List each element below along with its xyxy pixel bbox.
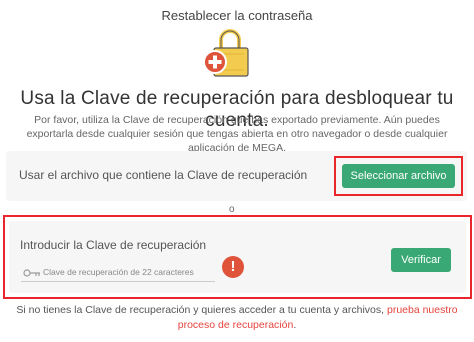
- verify-button[interactable]: Verificar: [391, 248, 451, 272]
- manual-option-highlight: Introducir la Clave de recuperación Clav…: [3, 215, 472, 299]
- recovery-key-input[interactable]: Clave de recuperación de 22 caracteres: [43, 264, 217, 280]
- or-separator: o: [229, 204, 235, 215]
- footer-period: .: [293, 319, 297, 331]
- key-icon: [23, 269, 40, 277]
- page-title: Restablecer la contraseña: [161, 8, 313, 23]
- file-option-label: Usar el archivo que contiene la Clave de…: [19, 168, 308, 182]
- footer-text: Si no tienes la Clave de recuperación y …: [10, 303, 464, 333]
- manual-option-label: Introducir la Clave de recuperación: [20, 238, 207, 252]
- lock-with-plus-icon: [203, 29, 249, 77]
- input-underline: [21, 281, 215, 282]
- select-file-highlight: Seleccionar archivo: [334, 156, 463, 196]
- manual-option-panel: Introducir la Clave de recuperación Clav…: [9, 221, 466, 293]
- select-file-button[interactable]: Seleccionar archivo: [342, 164, 455, 188]
- page-description: Por favor, utiliza la Clave de recuperac…: [26, 114, 448, 154]
- exclamation-icon: !: [222, 256, 244, 278]
- file-option-panel: Usar el archivo que contiene la Clave de…: [6, 151, 467, 201]
- footer-message: Si no tienes la Clave de recuperación y …: [16, 304, 387, 316]
